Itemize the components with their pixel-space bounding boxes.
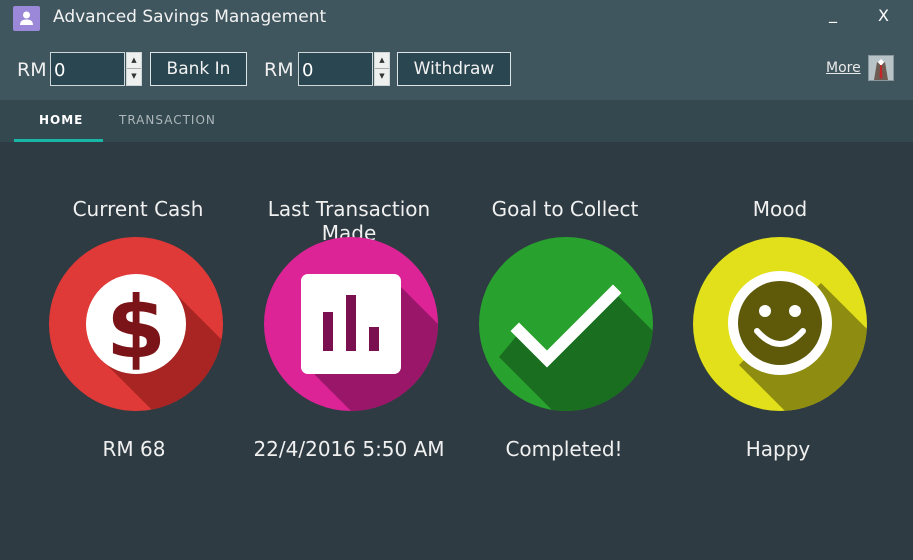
spin-up-icon[interactable]: ▲ [375, 53, 389, 69]
withdraw-amount-input[interactable] [298, 52, 373, 86]
spin-down-icon[interactable]: ▼ [127, 69, 141, 84]
withdraw-spinner[interactable]: ▲ ▼ [374, 52, 390, 86]
window-title: Advanced Savings Management [53, 7, 327, 27]
user-icon [13, 6, 40, 31]
bank-in-button[interactable]: Bank In [150, 52, 247, 86]
tab-transaction[interactable]: TRANSACTION [119, 113, 216, 127]
close-button[interactable]: X [878, 6, 889, 25]
tab-home[interactable]: HOME [39, 113, 83, 127]
withdraw-button[interactable]: Withdraw [397, 52, 511, 86]
current-cash-title: Current Cash [72, 197, 204, 221]
spin-up-icon[interactable]: ▲ [127, 53, 141, 69]
mood-badge [693, 237, 867, 411]
goal-badge [479, 237, 653, 411]
spin-down-icon[interactable]: ▼ [375, 69, 389, 84]
deposit-currency-label: RM [17, 59, 47, 81]
title-bar: Advanced Savings Management _ X RM ▲ ▼ B… [0, 0, 913, 100]
checkmark-icon [479, 237, 653, 411]
smiley-icon [693, 237, 867, 411]
active-tab-indicator [14, 139, 103, 142]
deposit-spinner[interactable]: ▲ ▼ [126, 52, 142, 86]
mood-value: Happy [745, 437, 811, 461]
deposit-amount-input[interactable] [50, 52, 125, 86]
last-transaction-badge [264, 237, 438, 411]
current-cash-value: RM 68 [102, 437, 166, 461]
tab-bar: HOME TRANSACTION [0, 100, 913, 142]
dollar-icon: $ [49, 237, 223, 411]
last-transaction-value: 22/4/2016 5:50 AM [253, 437, 445, 461]
bar-chart-icon [264, 237, 438, 411]
svg-text:$: $ [106, 278, 166, 378]
current-cash-badge: $ [49, 237, 223, 411]
withdraw-currency-label: RM [264, 59, 294, 81]
goal-title: Goal to Collect [491, 197, 639, 221]
more-link[interactable]: More [826, 60, 861, 76]
businessman-avatar-icon[interactable] [868, 55, 894, 81]
mood-title: Mood [752, 197, 808, 221]
goal-value: Completed! [505, 437, 623, 461]
minimize-button[interactable]: _ [829, 4, 837, 23]
